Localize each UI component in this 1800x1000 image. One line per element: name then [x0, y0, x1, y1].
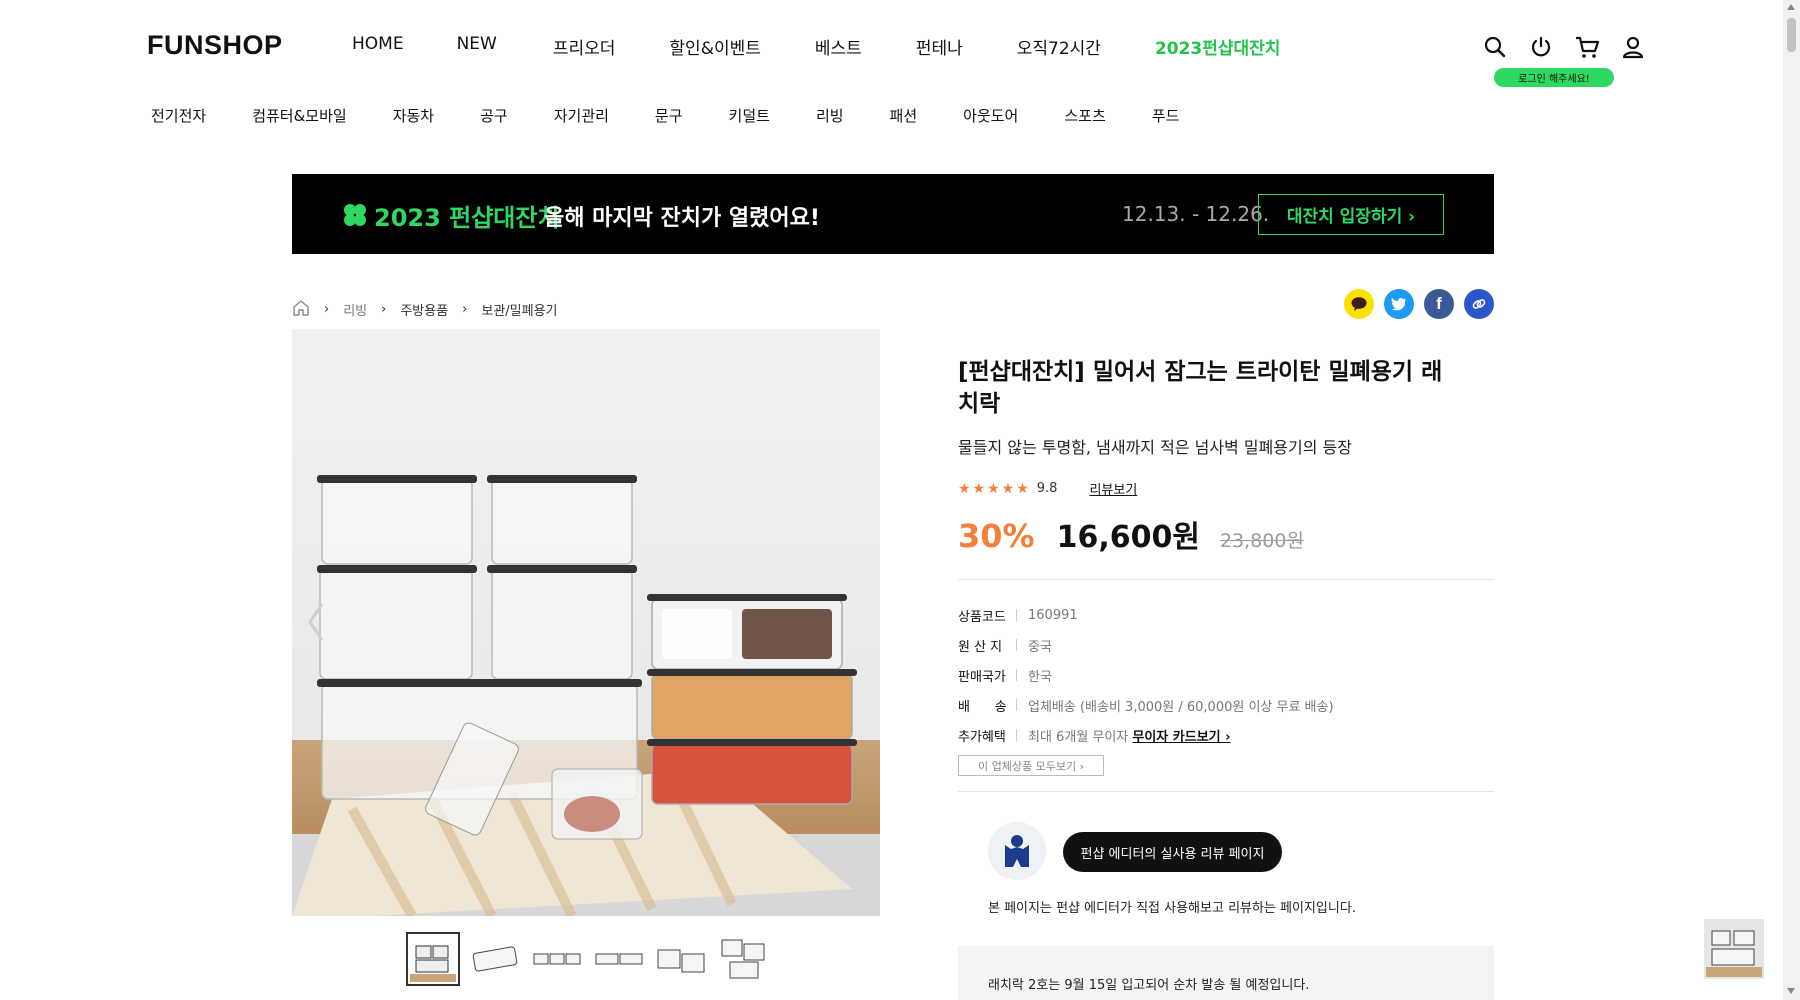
- nav-sale-event[interactable]: 할인&이벤트: [669, 34, 760, 59]
- chevron-right-icon: ›: [462, 302, 468, 317]
- spec-row-shipping: 배 송 업체배송 (배송비 3,000원 / 60,000원 이상 무료 배송): [958, 690, 1334, 720]
- spec-row-country: 판매국가 한국: [958, 660, 1334, 690]
- product-thumbnails: [406, 932, 770, 986]
- nav-only-72h[interactable]: 오직72시간: [1017, 34, 1101, 59]
- spec-value: 중국: [1028, 639, 1052, 655]
- nav-preorder[interactable]: 프리오더: [553, 34, 616, 59]
- product-main-image[interactable]: [292, 329, 880, 916]
- chevron-right-icon: ›: [324, 302, 330, 317]
- editor-review-button[interactable]: 펀샵 에디터의 실사용 리뷰 페이지: [1063, 832, 1282, 872]
- spec-label: 추가혜택: [958, 729, 1006, 745]
- cat-electronics[interactable]: 전기전자: [151, 105, 206, 126]
- discount-rate: 30%: [958, 517, 1035, 555]
- kakaotalk-share-icon[interactable]: [1344, 289, 1374, 319]
- spec-value: 최대 6개월 무이자 무이자 카드보기 ›: [1028, 729, 1231, 745]
- interest-free-card-link[interactable]: 무이자 카드보기 ›: [1132, 730, 1230, 745]
- rating-row: ★★★★★ 9.8 리뷰보기: [958, 479, 1137, 499]
- page-scrollbar[interactable]: [1783, 0, 1800, 1000]
- user-icon[interactable]: [1620, 34, 1646, 60]
- cat-kidult[interactable]: 키덜트: [729, 105, 770, 126]
- breadcrumb-kitchen[interactable]: 주방용품: [400, 300, 448, 319]
- login-tooltip[interactable]: 로그인 해주세요!: [1494, 68, 1614, 87]
- spec-value: 한국: [1028, 669, 1052, 685]
- home-icon[interactable]: [292, 299, 310, 320]
- cat-selfcare[interactable]: 자기관리: [554, 105, 609, 126]
- cat-food[interactable]: 푸드: [1152, 105, 1180, 126]
- spec-row-benefit: 추가혜택 최대 6개월 무이자 무이자 카드보기 ›: [958, 720, 1334, 750]
- editor-note: 본 페이지는 펀샵 에디터가 직접 사용해보고 리뷰하는 페이지입니다.: [988, 901, 1356, 916]
- nav-funtena[interactable]: 펀테나: [916, 34, 963, 59]
- stock-notice: 래치락 2호는 9월 15일 입고되어 순차 발송 될 예정입니다.: [958, 946, 1494, 1000]
- share-buttons: f: [1344, 289, 1494, 319]
- cat-car[interactable]: 자동차: [393, 105, 434, 126]
- editor-avatar: [988, 822, 1046, 880]
- recent-item-thumbnail[interactable]: [1704, 919, 1764, 979]
- banner-subtitle: 올해 마지막 잔치가 열렸어요!: [544, 206, 820, 231]
- nav-best[interactable]: 베스트: [815, 34, 862, 59]
- spec-value: 160991: [1028, 607, 1078, 623]
- original-price: 23,800원: [1219, 530, 1304, 552]
- thumbnail-2[interactable]: [468, 932, 522, 986]
- thumbnail-5[interactable]: [654, 932, 708, 986]
- divider: [958, 579, 1494, 580]
- thumbnail-1[interactable]: [406, 932, 460, 986]
- enter-festival-button[interactable]: 대잔치 입장하기 ›: [1258, 194, 1444, 235]
- product-photo: [292, 475, 857, 916]
- spec-label: 원 산 지: [958, 639, 1003, 655]
- copy-link-icon[interactable]: [1464, 289, 1494, 319]
- spec-value: 업체배송 (배송비 3,000원 / 60,000원 이상 무료 배송): [1028, 699, 1334, 715]
- nav-new[interactable]: NEW: [457, 34, 497, 59]
- thumbnail-3[interactable]: [530, 932, 584, 986]
- clover-icon: [342, 202, 368, 232]
- spec-table: 상품코드 160991 원 산 지 중국 판매국가 한국 배 송 업체배송 (배…: [958, 600, 1334, 750]
- power-icon[interactable]: [1528, 34, 1554, 60]
- cat-computer-mobile[interactable]: 컴퓨터&모바일: [252, 105, 347, 126]
- product-title: [펀샵대잔치] 밀어서 잠그는 트라이탄 밀폐용기 래치락: [958, 359, 1443, 417]
- spec-row-code: 상품코드 160991: [958, 600, 1334, 630]
- banner-title: 2023 펀샵대잔치: [374, 204, 560, 232]
- cat-living[interactable]: 리빙: [816, 105, 844, 126]
- breadcrumb: › 리빙 › 주방용품 › 보관/밀폐용기: [292, 299, 558, 320]
- spec-row-origin: 원 산 지 중국: [958, 630, 1334, 660]
- main-nav: HOME NEW 프리오더 할인&이벤트 베스트 펀테나 오직72시간 2023…: [352, 34, 1280, 59]
- banner-date: 12.13. - 12.26.: [1122, 202, 1270, 226]
- breadcrumb-living[interactable]: 리빙: [343, 300, 367, 319]
- stock-notice-text: 래치락 2호는 9월 15일 입고되어 순차 발송 될 예정입니다.: [988, 978, 1310, 993]
- nav-home[interactable]: HOME: [352, 34, 404, 59]
- cat-outdoor[interactable]: 아웃도어: [963, 105, 1018, 126]
- chevron-right-icon: ›: [381, 302, 387, 317]
- thumbnail-4[interactable]: [592, 932, 646, 986]
- sale-price: 16,600원: [1056, 520, 1200, 555]
- scroll-up-icon[interactable]: [1787, 4, 1795, 10]
- spec-label: 배 송: [958, 699, 1007, 715]
- spec-label: 상품코드: [958, 609, 1006, 625]
- breadcrumb-storage[interactable]: 보관/밀폐용기: [481, 300, 557, 319]
- thumbnail-6[interactable]: [716, 932, 770, 986]
- cat-tools[interactable]: 공구: [480, 105, 508, 126]
- scrollbar-thumb[interactable]: [1787, 18, 1796, 52]
- search-icon[interactable]: [1482, 34, 1508, 60]
- facebook-share-icon[interactable]: f: [1424, 289, 1454, 319]
- utility-icons: [1482, 34, 1646, 60]
- cat-sports[interactable]: 스포츠: [1064, 105, 1105, 126]
- review-link[interactable]: 리뷰보기: [1089, 479, 1137, 498]
- product-description: 물들지 않는 투명함, 냄새까지 적은 넘사벽 밀폐용기의 등장: [958, 438, 1352, 457]
- scroll-down-icon[interactable]: [1787, 988, 1795, 994]
- star-rating-icon: ★★★★★: [958, 480, 1031, 497]
- cat-stationery[interactable]: 문구: [655, 105, 683, 126]
- festival-banner[interactable]: 2023 펀샵대잔치 올해 마지막 잔치가 열렸어요! 12.13. - 12.…: [292, 174, 1494, 254]
- twitter-share-icon[interactable]: [1384, 289, 1414, 319]
- divider: [958, 791, 1494, 792]
- nav-2023-festival[interactable]: 2023펀샵대잔치: [1155, 34, 1281, 59]
- seller-all-products-button[interactable]: 이 업체상품 모두보기 ›: [958, 755, 1104, 776]
- rating-score: 9.8: [1036, 481, 1058, 496]
- price-row: 30% 16,600원 23,800원: [958, 512, 1304, 556]
- category-nav: 전기전자 컴퓨터&모바일 자동차 공구 자기관리 문구 키덜트 리빙 패션 아웃…: [151, 105, 1179, 126]
- funshop-logo[interactable]: FUNSHOP: [147, 30, 283, 61]
- spec-label: 판매국가: [958, 669, 1006, 685]
- cat-fashion[interactable]: 패션: [890, 105, 918, 126]
- cart-icon[interactable]: [1574, 34, 1600, 60]
